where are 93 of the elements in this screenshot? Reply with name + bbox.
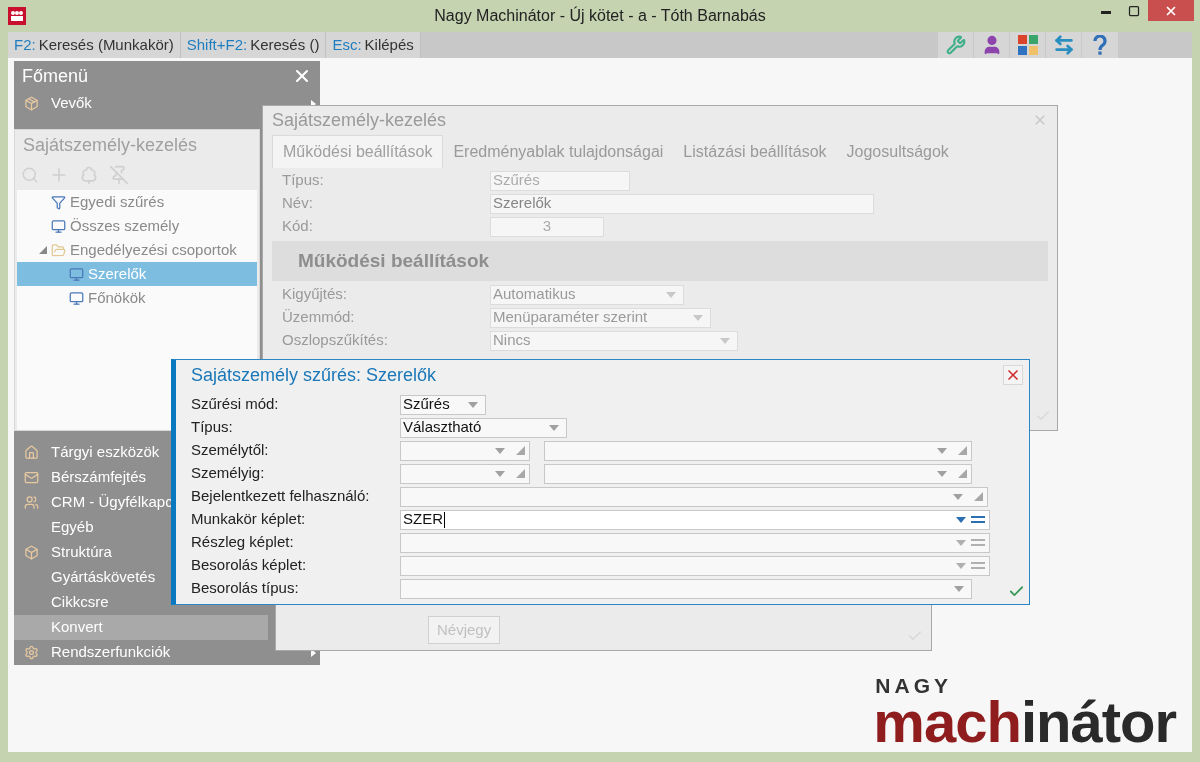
tiles-button[interactable] [1010,32,1046,58]
dialog-title: Sajátszemély szűrés: Szerelők [191,363,437,387]
user-button[interactable] [974,32,1010,58]
combo-field[interactable] [400,440,530,461]
dropdown-arrow-icon[interactable] [953,584,965,593]
wrench-button[interactable] [938,32,974,58]
field-label: Oszlopszűkítés: [282,330,389,351]
dropdown-field[interactable]: Szűrés [400,394,486,415]
formula-field[interactable]: SZER [400,509,990,530]
field-label: Típus: [282,170,325,191]
dropdown-field[interactable]: Menüparaméter szerint [490,307,711,328]
tree-item[interactable]: Egyedi szűrés [17,190,257,214]
shortcut-button[interactable]: Shift+F2: Keresés () [180,32,327,58]
field-label: Munkakör képlet: [191,509,307,530]
monitor-icon [51,218,66,234]
swap-arrows-icon [1052,34,1075,56]
tree-item[interactable]: Főnökök [17,286,257,310]
field-label: Besorolás képlet: [191,555,308,576]
window-title: Nagy Machinátor - Új kötet - a - Tóth Barnabás [434,5,766,26]
close-button[interactable] [1003,365,1023,385]
corner-icon[interactable] [958,446,967,455]
menu-item-icon [24,445,39,460]
field-label: Típus: [191,417,234,438]
search-icon[interactable] [21,166,39,184]
wrench-icon [945,35,966,55]
menu-item-icon [24,470,39,485]
menu-item-icon [24,545,39,560]
field-label: Személytől: [191,440,270,461]
monitor-icon [69,266,84,282]
dropdown-arrow-icon[interactable] [467,400,479,409]
menu-item-icon [24,645,39,660]
close-icon [1005,367,1021,383]
panel-heading: Sajátszemély-kezelés [22,133,199,157]
equals-icon[interactable] [971,515,985,524]
dropdown-field[interactable]: Automatikus [490,284,684,305]
combo-field[interactable] [400,463,530,484]
menu-item-icon [24,495,39,510]
tab[interactable]: Eredményablak tulajdonságai [443,135,674,168]
dropdown-arrow-icon[interactable] [936,446,948,455]
dropdown-field[interactable]: Nincs [490,330,738,351]
combo-field[interactable] [400,486,988,507]
field-label: Besorolás típus: [191,578,300,599]
help-button[interactable] [1082,32,1118,58]
text-field[interactable]: Szerelők [490,193,874,214]
logo-wordmark: machinátor [873,696,1176,748]
dropdown-arrow-icon[interactable] [936,469,948,478]
dropdown-arrow-icon[interactable] [952,492,964,501]
dropdown-field[interactable] [400,578,972,599]
window-heading: Sajátszemély-kezelés [272,108,447,132]
field-label: Név: [282,193,314,214]
corner-icon[interactable] [516,469,525,478]
combo-field[interactable] [544,440,972,461]
dropdown-arrow-icon[interactable] [548,423,560,432]
dropdown-arrow-icon[interactable] [494,469,506,478]
shortcut-button[interactable]: F2: Keresés (Munkakör) [8,32,181,58]
help-icon [1093,35,1107,55]
field-label: Személyig: [191,463,266,484]
folder-icon [51,242,66,258]
pin-off-icon[interactable] [109,165,129,185]
tab[interactable]: Működési beállítások [272,135,444,168]
funnel-icon [51,194,66,210]
tiles-icon [1017,35,1038,55]
minimize-icon [1101,11,1111,14]
tree-icon[interactable] [79,165,99,185]
tree-item[interactable]: Szerelők [17,262,257,286]
field-label: Bejelentkezett felhasználó: [191,486,371,507]
tree-item[interactable]: Összes személy [17,214,257,238]
field-label: Kigyűjtés: [282,284,349,305]
corner-icon[interactable] [974,492,983,501]
swap-button[interactable] [1046,32,1082,58]
menu-item[interactable]: Konvert [14,615,268,640]
app-logo-icon [8,7,26,25]
section-header: Működési beállítások [272,241,1048,281]
tab[interactable]: Listázási beállítások [673,135,837,168]
monitor-icon [69,290,84,306]
field-label: Részleg képlet: [191,532,295,553]
field-label: Kód: [282,216,314,237]
dropdown-arrow-icon[interactable] [955,515,967,524]
tree-item[interactable]: Engedélyezési csoportok [17,238,257,262]
tab[interactable]: Jogosultságok [836,135,959,168]
field-label: Üzemmód: [282,307,356,328]
field-label: Szűrési mód: [191,394,280,415]
logo-caption: NAGY [875,675,953,696]
shortcut-button[interactable]: Esc: Kilépés [326,32,421,58]
dropdown-arrow-icon[interactable] [494,446,506,455]
corner-icon[interactable] [516,446,525,455]
dropdown-field[interactable]: Választható [400,417,567,438]
combo-field[interactable] [544,463,972,484]
expand-arrow-icon[interactable] [39,246,47,254]
corner-icon[interactable] [958,469,967,478]
main-menu-title: Főmenü [22,64,89,88]
menu-item-icon [24,96,39,111]
maximize-icon [1128,4,1140,17]
